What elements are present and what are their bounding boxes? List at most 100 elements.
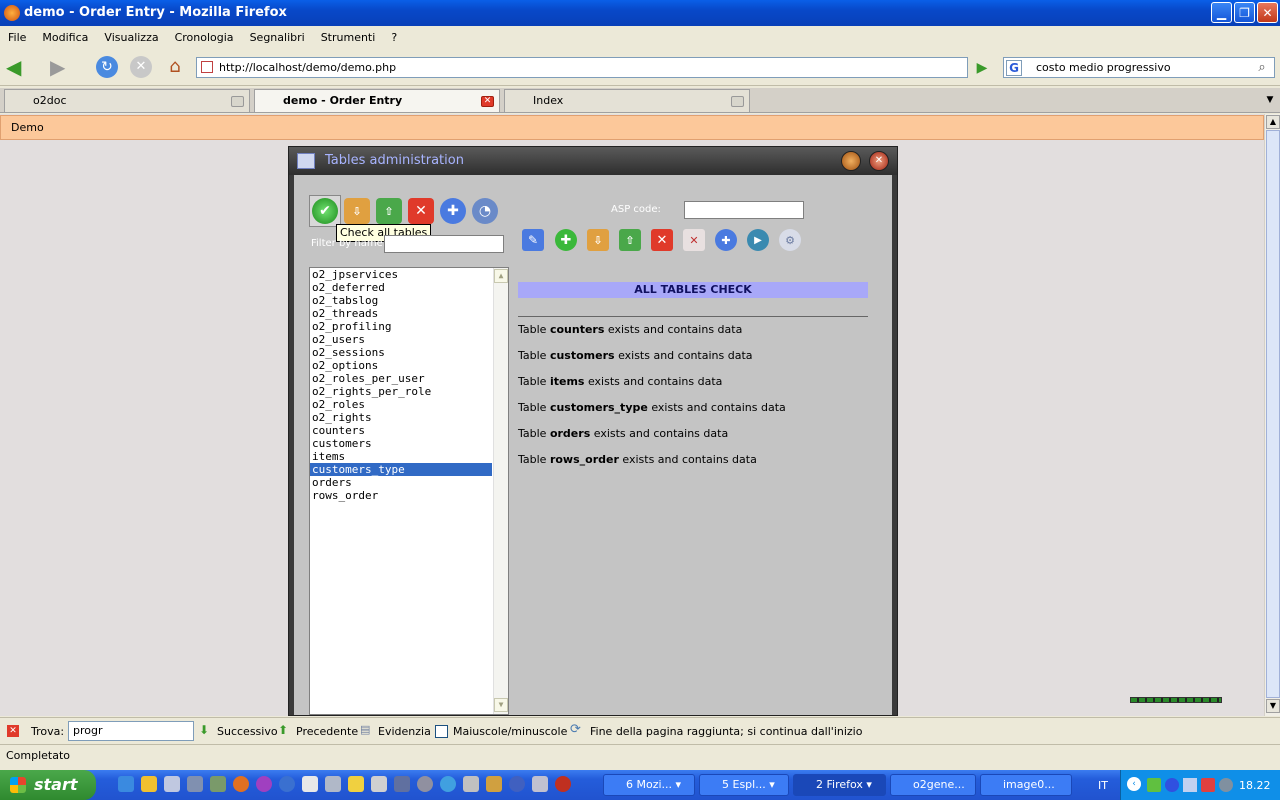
quicklaunch-app-icon[interactable] (279, 776, 295, 792)
tools-icon[interactable]: ⚙ (779, 229, 801, 251)
quicklaunch-app-icon[interactable] (532, 776, 548, 792)
tray-icon[interactable] (1201, 778, 1215, 792)
check-all-button[interactable]: ✔ (309, 195, 341, 227)
upload-icon[interactable]: ⇧ (619, 229, 641, 251)
list-item[interactable]: o2_options (310, 359, 492, 372)
list-item[interactable]: o2_users (310, 333, 492, 346)
list-item[interactable]: o2_deferred (310, 281, 492, 294)
taskbar-item-o2gene[interactable]: o2gene... (890, 774, 976, 796)
quicklaunch-app-icon[interactable] (509, 776, 525, 792)
tab-o2doc[interactable]: o2doc (4, 89, 250, 112)
quicklaunch-app-icon[interactable] (486, 776, 502, 792)
maximize-button[interactable]: ❐ (1234, 2, 1255, 23)
tray-icon[interactable] (1219, 778, 1233, 792)
tab-close-icon[interactable] (231, 96, 244, 107)
find-next-button[interactable]: Successivo (217, 725, 278, 738)
list-item-selected[interactable]: customers_type (310, 463, 492, 476)
delete-icon[interactable]: ✕ (651, 229, 673, 251)
taskbar-item-image[interactable]: image0... (980, 774, 1072, 796)
list-item[interactable]: o2_threads (310, 307, 492, 320)
tab-close-icon[interactable] (731, 96, 744, 107)
google-icon[interactable]: G (1006, 60, 1022, 76)
menu-modifica[interactable]: Modifica (42, 31, 88, 44)
go-icon[interactable]: ▶ (972, 58, 992, 78)
menu-cronologia[interactable]: Cronologia (175, 31, 234, 44)
start-button[interactable]: start (0, 770, 96, 800)
find-close-icon[interactable]: ✕ (7, 725, 19, 737)
list-item[interactable]: o2_rights_per_role (310, 385, 492, 398)
export-icon[interactable]: ⇧ (376, 198, 402, 224)
menu-help[interactable]: ? (391, 31, 397, 44)
clear-icon[interactable]: ✕ (683, 229, 705, 251)
list-item[interactable]: counters (310, 424, 492, 437)
quicklaunch-app-icon[interactable] (440, 776, 456, 792)
download-icon[interactable]: ⇩ (587, 229, 609, 251)
find-prev-button[interactable]: Precedente (296, 725, 358, 738)
asp-code-input[interactable] (684, 201, 804, 219)
quicklaunch-app-icon[interactable] (463, 776, 479, 792)
list-scroll-up-icon[interactable]: ▲ (494, 269, 508, 283)
search-icon[interactable]: ⌕ (1253, 59, 1271, 77)
list-scrollbar[interactable]: ▲ ▼ (493, 268, 508, 714)
list-item[interactable]: o2_roles_per_user (310, 372, 492, 385)
quicklaunch-ie-icon[interactable] (118, 776, 134, 792)
scroll-up-icon[interactable]: ▲ (1266, 115, 1280, 129)
taskbar-item-firefox[interactable]: 2 Firefox ▾ (793, 774, 886, 796)
forward-icon[interactable]: ▶ (50, 57, 74, 77)
highlight-button[interactable]: Evidenzia (378, 725, 431, 738)
quicklaunch-app-icon[interactable] (302, 776, 318, 792)
search-input[interactable]: costo medio progressivo (1003, 57, 1275, 78)
menu-strumenti[interactable]: Strumenti (321, 31, 376, 44)
scroll-down-icon[interactable]: ▼ (1266, 699, 1280, 713)
menu-file[interactable]: File (8, 31, 26, 44)
taskbar-item-mozilla[interactable]: 6 Mozi... ▾ (603, 774, 695, 796)
quicklaunch-app-icon[interactable] (187, 776, 203, 792)
quicklaunch-app-icon[interactable] (371, 776, 387, 792)
quicklaunch-app-icon[interactable] (141, 776, 157, 792)
matchcase-checkbox[interactable] (435, 725, 448, 738)
tables-list[interactable]: o2_jpservices o2_deferred o2_tabslog o2_… (309, 267, 509, 715)
list-item[interactable]: items (310, 450, 492, 463)
back-icon[interactable]: ◀ (6, 57, 30, 77)
language-indicator[interactable]: IT (1098, 779, 1108, 792)
import-icon[interactable]: ⇩ (344, 198, 370, 224)
list-item[interactable]: o2_sessions (310, 346, 492, 359)
list-item[interactable]: customers (310, 437, 492, 450)
menu-segnalibri[interactable]: Segnalibri (250, 31, 305, 44)
close-button[interactable]: ✕ (1257, 2, 1278, 23)
quicklaunch-app-icon[interactable] (164, 776, 180, 792)
tab-demo-order-entry[interactable]: demo - Order Entry ✕ (254, 89, 500, 112)
scroll-thumb[interactable] (1266, 130, 1280, 698)
list-item[interactable]: o2_jpservices (310, 268, 492, 281)
check-table-icon[interactable]: ✚ (715, 229, 737, 251)
edit-icon[interactable]: ✎ (522, 229, 544, 251)
tab-list-icon[interactable]: ▼ (1262, 92, 1278, 108)
quicklaunch-app-icon[interactable] (210, 776, 226, 792)
tab-close-icon[interactable]: ✕ (481, 96, 494, 107)
list-item[interactable]: o2_profiling (310, 320, 492, 333)
stop-icon[interactable]: ✕ (130, 56, 152, 78)
filter-input[interactable] (384, 235, 504, 253)
play-icon[interactable]: ▶ (747, 229, 769, 251)
home-icon[interactable]: ⌂ (164, 56, 186, 78)
admin-minimize-icon[interactable] (841, 151, 861, 171)
quicklaunch-firefox-icon[interactable] (233, 776, 249, 792)
find-input[interactable]: progr (68, 721, 194, 741)
reload-icon[interactable]: ↻ (96, 56, 118, 78)
quicklaunch-app-icon[interactable] (417, 776, 433, 792)
list-item[interactable]: o2_rights (310, 411, 492, 424)
page-scrollbar[interactable]: ▲ ▼ (1264, 114, 1280, 716)
quicklaunch-app-icon[interactable] (555, 776, 571, 792)
delete-tables-icon[interactable]: ✕ (408, 198, 434, 224)
repair-icon[interactable]: ✚ (440, 198, 466, 224)
minimize-button[interactable]: ▁ (1211, 2, 1232, 23)
tray-icon[interactable] (1183, 778, 1197, 792)
quicklaunch-app-icon[interactable] (325, 776, 341, 792)
admin-close-icon[interactable]: ✕ (869, 151, 889, 171)
menu-visualizza[interactable]: Visualizza (104, 31, 158, 44)
list-item[interactable]: rows_order (310, 489, 492, 502)
tray-expand-icon[interactable]: ‹ (1127, 777, 1141, 791)
timer-icon[interactable]: ◔ (472, 198, 498, 224)
taskbar-item-explorer[interactable]: 5 Espl... ▾ (699, 774, 789, 796)
list-item[interactable]: orders (310, 476, 492, 489)
